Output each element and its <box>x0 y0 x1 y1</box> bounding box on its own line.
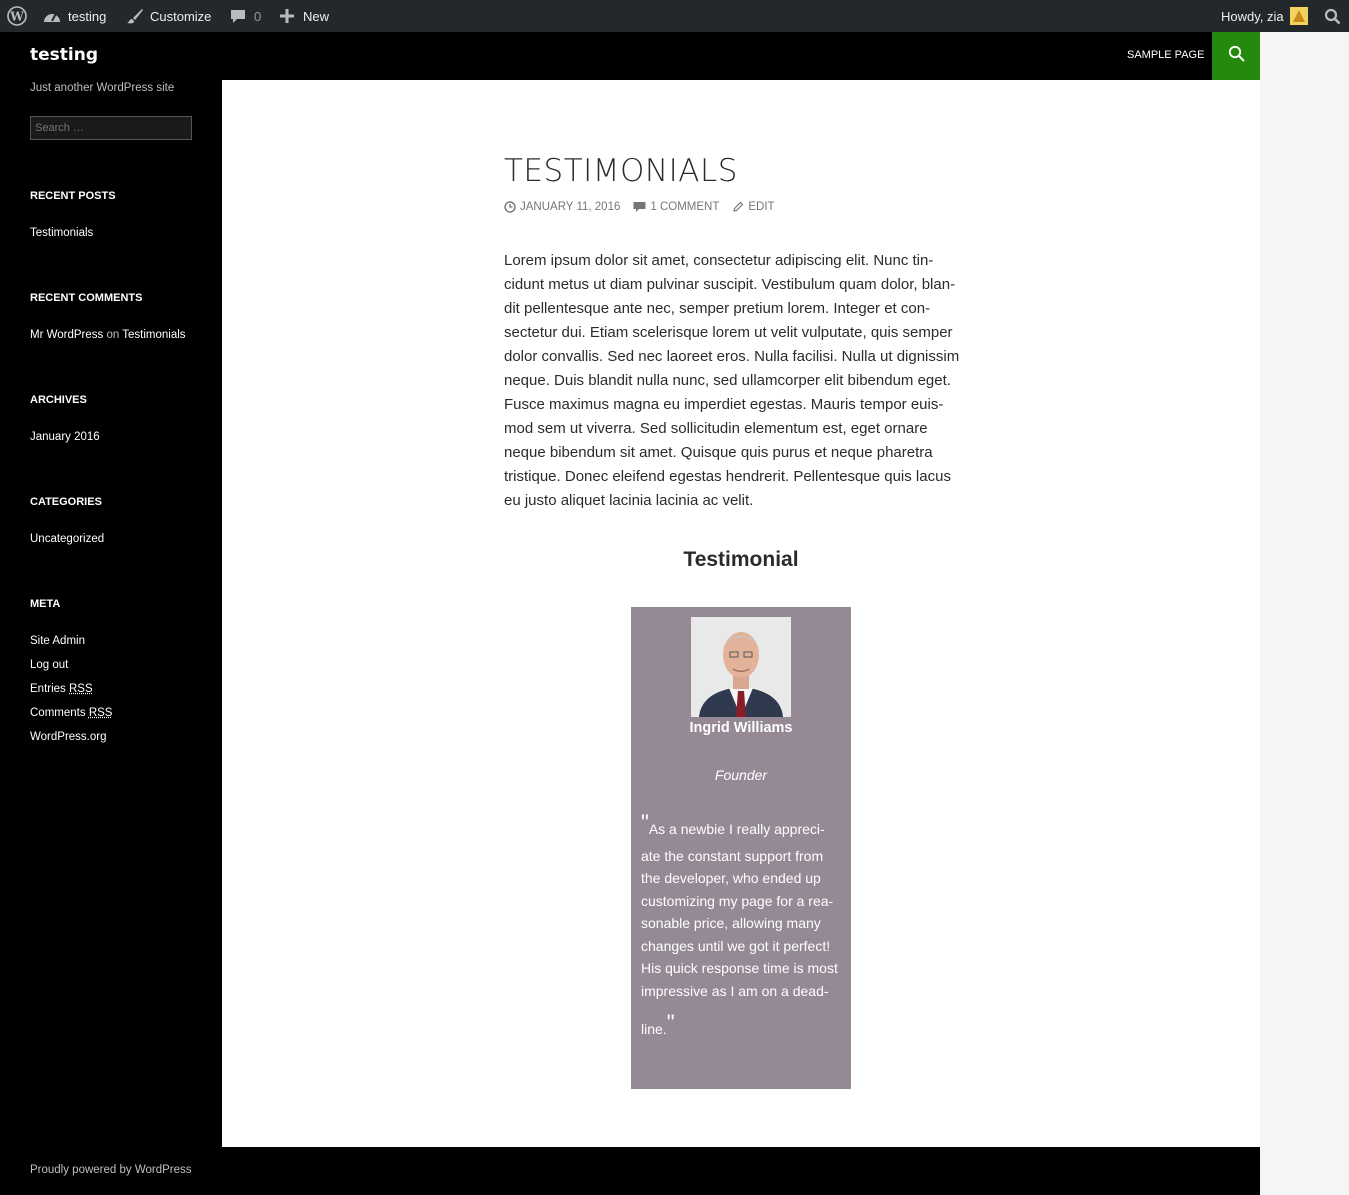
admin-bar-site[interactable]: testing <box>43 0 106 32</box>
quote-line: impressive as I am on a dead- <box>641 982 829 999</box>
site-header: testing SAMPLE PAGE <box>0 32 1260 80</box>
comments-count: 0 <box>254 8 262 24</box>
recent-posts-title: RECENT POSTS <box>30 190 116 202</box>
site-tagline: Just another WordPress site <box>30 82 175 94</box>
customize-label: Customize <box>150 8 212 24</box>
new-label: New <box>303 8 330 24</box>
body-line: neque. Duis blandit nulla nunc, sed ulla… <box>504 372 951 389</box>
close-quote-mark: " <box>666 1010 675 1035</box>
quote-line: customizing my page for a rea- <box>641 892 834 909</box>
entries-label: Entries <box>30 683 66 695</box>
quote-line-text: line. <box>641 1021 667 1037</box>
comments-label: Comments <box>30 707 86 719</box>
site-container: testing SAMPLE PAGE Just another WordPre… <box>0 32 1260 1195</box>
entry-comments-link[interactable]: 1 COMMENT <box>650 201 719 213</box>
body-line: sectetur dui. Etiam scelerisque lorem ut… <box>504 324 953 341</box>
testimonial-role: Founder <box>714 767 768 783</box>
quote-line-text: As a newbie I really appreci- <box>648 821 825 837</box>
quote-line: the developer, who ended up <box>641 870 821 886</box>
testimonial-photo <box>691 617 791 717</box>
customize-link[interactable]: Customize <box>126 0 211 32</box>
howdy-label: Howdy, zia <box>1221 8 1284 24</box>
recent-comments-title: RECENT COMMENTS <box>30 292 143 304</box>
entry-content: Lorem ipsum dolor sit amet, consectetur … <box>504 249 982 513</box>
testimonial-name: Ingrid Williams <box>689 720 793 736</box>
body-line: Lorem ipsum dolor sit amet, consectetur … <box>504 252 934 269</box>
testimonial-heading: Testimonial <box>683 548 799 571</box>
plus-icon <box>279 8 295 24</box>
admin-bar: W testing Customize 0 New Howdy, zia <box>0 0 1349 32</box>
footer-credit-link[interactable]: Proudly powered by WordPress <box>30 1164 192 1176</box>
comment-bubble-icon <box>230 8 246 24</box>
comment-post-link[interactable]: Testimonials <box>122 329 185 341</box>
rss-abbr: RSS <box>88 707 113 719</box>
testimonial-quote: "As a newbie I really appreci- ate the c… <box>641 812 847 1041</box>
archives-title: ARCHIVES <box>30 394 87 406</box>
quote-line: line." <box>641 1012 847 1041</box>
recent-post-link[interactable]: Testimonials <box>30 227 93 239</box>
body-line: dit pellentesque ante nec, semper pretiu… <box>504 300 931 317</box>
search-toggle-button[interactable] <box>1212 32 1260 80</box>
pencil-icon <box>732 201 744 213</box>
site-name-link[interactable]: testing <box>68 9 106 24</box>
body-line: tristique. Donec eleifend egestas hendre… <box>504 468 951 485</box>
comments-link[interactable]: 0 <box>230 0 261 32</box>
body-line: neque bibendum sit amet. Quisque quis pu… <box>504 444 933 461</box>
entry-date-link[interactable]: JANUARY 11, 2016 <box>520 201 620 213</box>
recent-comment-item: Mr WordPress on Testimonials <box>30 329 186 341</box>
search-icon <box>1228 45 1245 67</box>
avatar <box>1289 7 1308 25</box>
new-content-link[interactable]: New <box>279 0 329 32</box>
body-line: mod sem ut viverra. Sed sollicitudin ele… <box>504 420 928 437</box>
categories-title: CATEGORIES <box>30 496 102 508</box>
entry-meta: JANUARY 11, 2016 1 COMMENT EDIT <box>504 201 775 213</box>
body-line: cidunt metus ut diam pulvinar suscipit. … <box>504 276 956 293</box>
entries-rss-link[interactable]: Entries RSS <box>30 683 93 695</box>
wordpress-logo-icon[interactable]: W <box>7 0 27 32</box>
sidebar-search-input[interactable] <box>30 116 192 140</box>
comment-on-text: on <box>106 329 120 341</box>
open-quote-mark: " <box>641 810 649 835</box>
my-account[interactable]: Howdy, zia <box>1221 0 1308 32</box>
site-admin-link[interactable]: Site Admin <box>30 635 85 647</box>
meta-title: META <box>30 598 61 610</box>
quote-line: "As a newbie I really appreci- <box>641 812 847 841</box>
admin-search-icon[interactable] <box>1324 0 1341 32</box>
comment-author-link[interactable]: Mr WordPress <box>30 329 103 341</box>
dashboard-icon <box>43 9 61 23</box>
site-title[interactable]: testing <box>30 45 98 65</box>
entry-title: TESTIMONIALS <box>504 153 738 189</box>
main-content: TESTIMONIALS JANUARY 11, 2016 1 COMMENT … <box>222 80 1260 1147</box>
testimonial-card: Ingrid Williams Founder "As a newbie I r… <box>631 607 851 1089</box>
log-out-link[interactable]: Log out <box>30 659 68 671</box>
entry-edit-link[interactable]: EDIT <box>748 201 774 213</box>
svg-text:W: W <box>9 10 24 24</box>
comments-rss-link[interactable]: Comments RSS <box>30 707 112 719</box>
quote-line: ate the constant support from <box>641 847 824 864</box>
quote-line: changes until we got it perfect! <box>641 937 831 954</box>
rss-abbr: RSS <box>69 683 93 695</box>
body-line: dolor convallis. Sed nec laoreet eros. N… <box>504 348 960 365</box>
quote-line: sonable price, allowing many <box>641 915 821 931</box>
brush-icon <box>126 8 144 24</box>
quote-line: His quick response time is most <box>641 960 838 976</box>
wordpress-org-link[interactable]: WordPress.org <box>30 731 106 743</box>
comment-icon <box>633 201 646 213</box>
body-line: Fusce maximus magna eu imperdiet egestas… <box>504 396 944 413</box>
archive-link[interactable]: January 2016 <box>30 431 100 443</box>
category-link[interactable]: Uncategorized <box>30 533 104 545</box>
body-line: eu justo aliquet lacinia lacinia ac veli… <box>504 492 754 509</box>
clock-icon <box>504 201 516 213</box>
nav-sample-page[interactable]: SAMPLE PAGE <box>1127 49 1204 61</box>
